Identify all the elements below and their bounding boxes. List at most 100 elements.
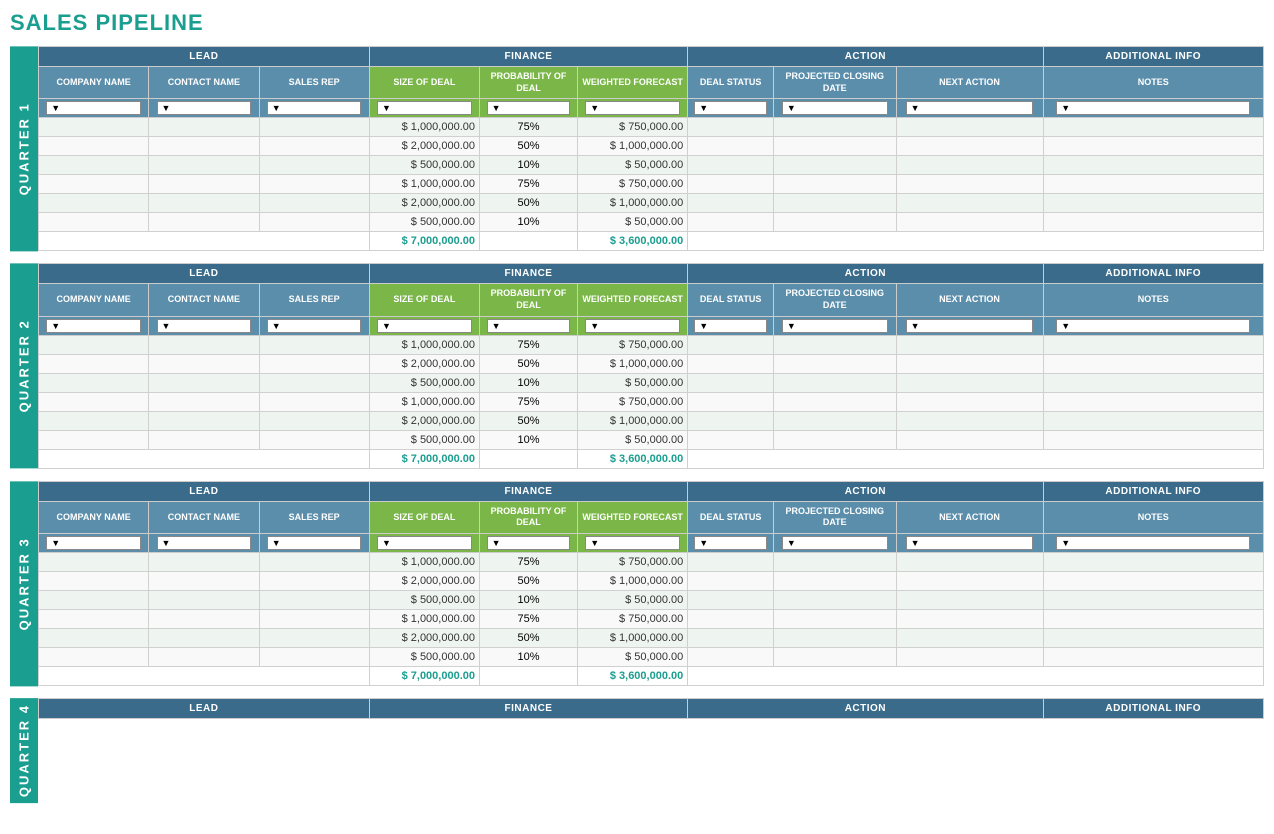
projected-cell xyxy=(774,335,897,354)
filter-size-q1[interactable]: ▼ xyxy=(369,99,479,118)
filter-dealstatus-q1[interactable]: ▼ xyxy=(688,99,774,118)
next-action-col-q1: NEXT ACTION xyxy=(896,67,1043,99)
filter-company-q3[interactable]: ▼ xyxy=(39,534,149,553)
salesrep-cell xyxy=(259,392,369,411)
filter-salesrep-q3[interactable]: ▼ xyxy=(259,534,369,553)
notes-cell xyxy=(1043,591,1264,610)
total-label-q1 xyxy=(39,232,370,251)
prob-cell: 10% xyxy=(480,373,578,392)
contact-cell xyxy=(149,392,259,411)
quarter2-block: QUARTER 2 xyxy=(10,263,1264,468)
notes-cell xyxy=(1043,156,1264,175)
company-cell xyxy=(39,591,149,610)
dealstatus-cell xyxy=(688,392,774,411)
size-cell: $ 2,000,000.00 xyxy=(369,411,479,430)
size-cell: $ 1,000,000.00 xyxy=(369,335,479,354)
weighted-cell: $ 750,000.00 xyxy=(578,335,688,354)
projected-cell xyxy=(774,213,897,232)
filter-projected-q1[interactable]: ▼ xyxy=(774,99,897,118)
filter-contact-q3[interactable]: ▼ xyxy=(149,534,259,553)
filter-nextaction-q3[interactable]: ▼ xyxy=(896,534,1043,553)
weighted-cell: $ 50,000.00 xyxy=(578,430,688,449)
filter-notes-q1[interactable]: ▼ xyxy=(1043,99,1264,118)
filter-size-q3[interactable]: ▼ xyxy=(369,534,479,553)
filter-notes-q2[interactable]: ▼ xyxy=(1043,316,1264,335)
total-size-q3: $ 7,000,000.00 xyxy=(369,667,479,686)
filter-salesrep-q2[interactable]: ▼ xyxy=(259,316,369,335)
weighted-cell: $ 1,000,000.00 xyxy=(578,572,688,591)
salesrep-cell xyxy=(259,137,369,156)
size-cell: $ 500,000.00 xyxy=(369,156,479,175)
size-cell: $ 1,000,000.00 xyxy=(369,392,479,411)
salesrep-cell xyxy=(259,648,369,667)
filter-weighted-q3[interactable]: ▼ xyxy=(578,534,688,553)
dealstatus-cell xyxy=(688,194,774,213)
lead-group-header: LEAD xyxy=(39,699,370,719)
size-cell: $ 1,000,000.00 xyxy=(369,553,479,572)
filter-notes-q3[interactable]: ▼ xyxy=(1043,534,1264,553)
company-cell xyxy=(39,175,149,194)
notes-col-q2: NOTES xyxy=(1043,284,1264,316)
nextaction-cell xyxy=(896,156,1043,175)
company-cell xyxy=(39,553,149,572)
filter-projected-q3[interactable]: ▼ xyxy=(774,534,897,553)
nextaction-cell xyxy=(896,354,1043,373)
contact-cell xyxy=(149,411,259,430)
table-row: $ 500,000.00 10% $ 50,000.00 xyxy=(39,156,1264,175)
contact-cell xyxy=(149,194,259,213)
size-cell: $ 2,000,000.00 xyxy=(369,194,479,213)
filter-weighted-q2[interactable]: ▼ xyxy=(578,316,688,335)
total-weighted-q2: $ 3,600,000.00 xyxy=(578,449,688,468)
notes-cell xyxy=(1043,335,1264,354)
projected-cell xyxy=(774,610,897,629)
prob-cell: 10% xyxy=(480,591,578,610)
finance-group-header: FINANCE xyxy=(369,699,688,719)
filter-salesrep-q1[interactable]: ▼ xyxy=(259,99,369,118)
filter-dealstatus-q3[interactable]: ▼ xyxy=(688,534,774,553)
salesrep-cell xyxy=(259,354,369,373)
filter-dealstatus-q2[interactable]: ▼ xyxy=(688,316,774,335)
filter-contact-q1[interactable]: ▼ xyxy=(149,99,259,118)
company-cell xyxy=(39,213,149,232)
prob-cell: 75% xyxy=(480,610,578,629)
salesrep-cell xyxy=(259,118,369,137)
filter-company-q2[interactable]: ▼ xyxy=(39,316,149,335)
size-cell: $ 2,000,000.00 xyxy=(369,629,479,648)
prob-cell: 75% xyxy=(480,335,578,354)
filter-company-q1[interactable]: ▼ xyxy=(39,99,149,118)
filter-nextaction-q1[interactable]: ▼ xyxy=(896,99,1043,118)
dealstatus-cell xyxy=(688,137,774,156)
company-cell xyxy=(39,194,149,213)
additional-header-q2: ADDITIONAL INFO xyxy=(1043,264,1264,284)
filter-size-q2[interactable]: ▼ xyxy=(369,316,479,335)
filter-prob-q1[interactable]: ▼ xyxy=(480,99,578,118)
filter-nextaction-q2[interactable]: ▼ xyxy=(896,316,1043,335)
dealstatus-cell xyxy=(688,553,774,572)
size-of-deal-col-q1: SIZE OF DEAL xyxy=(369,67,479,99)
dealstatus-cell xyxy=(688,335,774,354)
dealstatus-cell xyxy=(688,373,774,392)
dealstatus-cell xyxy=(688,411,774,430)
company-cell xyxy=(39,430,149,449)
contact-name-col-q3: CONTACT NAME xyxy=(149,501,259,533)
filter-projected-q2[interactable]: ▼ xyxy=(774,316,897,335)
table-row: $ 2,000,000.00 50% $ 1,000,000.00 xyxy=(39,354,1264,373)
nextaction-cell xyxy=(896,610,1043,629)
filter-prob-q3[interactable]: ▼ xyxy=(480,534,578,553)
notes-cell xyxy=(1043,213,1264,232)
nextaction-cell xyxy=(896,175,1043,194)
nextaction-cell xyxy=(896,137,1043,156)
prob-cell: 50% xyxy=(480,411,578,430)
filter-contact-q2[interactable]: ▼ xyxy=(149,316,259,335)
filter-prob-q2[interactable]: ▼ xyxy=(480,316,578,335)
prob-cell: 50% xyxy=(480,629,578,648)
filter-weighted-q1[interactable]: ▼ xyxy=(578,99,688,118)
company-name-col-q3: COMPANY NAME xyxy=(39,501,149,533)
dealstatus-cell xyxy=(688,591,774,610)
notes-cell xyxy=(1043,194,1264,213)
sales-rep-col-q3: SALES REP xyxy=(259,501,369,533)
prob-cell: 50% xyxy=(480,137,578,156)
size-cell: $ 500,000.00 xyxy=(369,591,479,610)
projected-cell xyxy=(774,553,897,572)
projected-cell xyxy=(774,354,897,373)
